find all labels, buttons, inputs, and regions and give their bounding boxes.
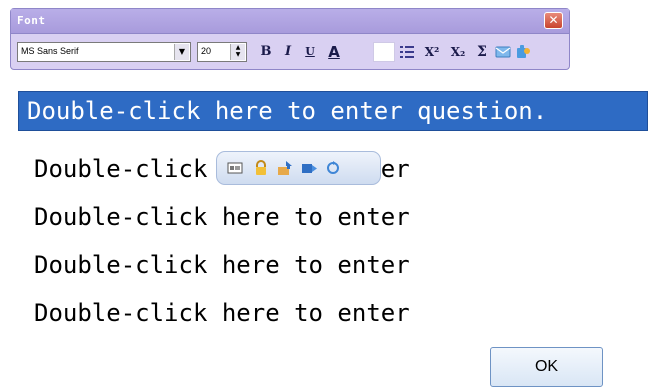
puzzle-icon[interactable] [515,44,531,60]
superscript-button[interactable]: X² [421,42,443,62]
font-color-swatch[interactable] [373,42,395,62]
subscript-button[interactable]: X₂ [447,42,469,62]
mini-toolbar [216,151,381,185]
image-icon[interactable] [227,160,243,176]
font-name-select[interactable]: MS Sans Serif ▼ [17,42,191,62]
font-window-title: Font [17,14,46,27]
font-toolbar-window: Font ✕ MS Sans Serif ▼ 20 ▲ ▼ B I U A X² … [10,8,570,70]
dropdown-arrow-icon[interactable]: ▼ [174,44,189,60]
bold-button[interactable]: B [257,42,275,62]
question-text: Double-click here to enter question. [27,97,548,125]
question-field[interactable]: Double-click here to enter question. [18,91,648,131]
font-size-value: 20 [201,46,212,56]
spin-icon[interactable]: ▲ ▼ [230,44,245,60]
list-icon[interactable] [399,44,415,60]
sigma-button[interactable]: Σ [473,42,491,62]
message-icon[interactable] [495,44,511,60]
ok-button[interactable]: OK [490,347,603,387]
font-color-button[interactable]: A [325,42,343,62]
font-name-value: MS Sans Serif [21,46,79,56]
close-button[interactable]: ✕ [544,12,563,29]
close-icon: ✕ [548,13,559,27]
refresh-icon[interactable] [325,160,341,176]
answer-line-4[interactable]: Double-click here to enter [34,299,410,327]
move-up-icon[interactable] [277,160,293,176]
font-size-stepper[interactable]: 20 ▲ ▼ [197,42,247,62]
font-toolbar: MS Sans Serif ▼ 20 ▲ ▼ B I U A X² X₂ Σ [11,42,569,64]
font-window-titlebar[interactable]: Font ✕ [11,9,569,34]
answer-line-3[interactable]: Double-click here to enter [34,251,410,279]
italic-button[interactable]: I [279,42,297,62]
move-right-icon[interactable] [301,160,317,176]
answer-line-2[interactable]: Double-click here to enter [34,203,410,231]
lock-icon[interactable] [253,160,269,176]
underline-button[interactable]: U [301,42,319,62]
